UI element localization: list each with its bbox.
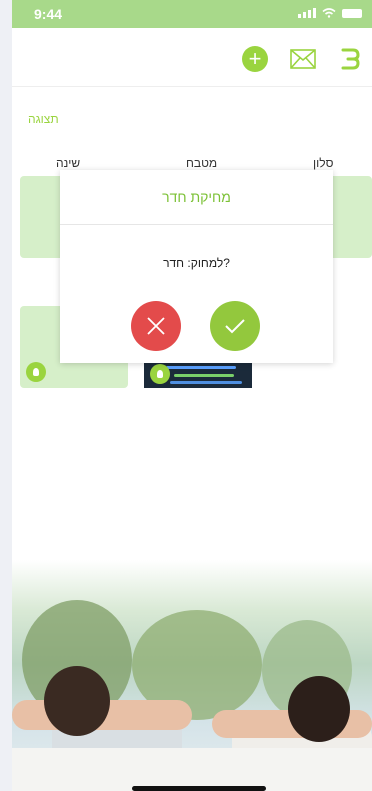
sofa bbox=[12, 748, 372, 791]
menu-icon bbox=[341, 48, 360, 70]
head bbox=[44, 666, 110, 736]
close-icon bbox=[147, 317, 165, 335]
add-button[interactable]: + bbox=[242, 46, 268, 72]
room-tab-living[interactable]: סלון bbox=[313, 156, 333, 170]
battery-icon bbox=[342, 8, 362, 18]
light-streak bbox=[170, 381, 242, 384]
room-thumbnail[interactable] bbox=[144, 362, 252, 388]
light-streak bbox=[166, 366, 236, 369]
check-icon bbox=[225, 319, 245, 334]
home-indicator[interactable] bbox=[132, 786, 266, 791]
dialog-title: מחיקת חדר bbox=[60, 170, 333, 225]
status-icons bbox=[298, 8, 362, 18]
envelope-icon bbox=[290, 49, 316, 69]
room-tab-bedroom[interactable]: שינה bbox=[56, 156, 80, 170]
top-toolbar: + bbox=[12, 28, 372, 87]
section-label: תצוגה bbox=[28, 112, 59, 126]
background-photo bbox=[12, 560, 372, 791]
menu-button[interactable] bbox=[338, 46, 364, 72]
wifi-icon bbox=[322, 8, 336, 18]
status-time: 9:44 bbox=[34, 6, 63, 22]
left-edge-strip bbox=[0, 0, 12, 791]
dialog-message: למחוק: חדר? bbox=[163, 256, 230, 270]
cancel-button[interactable] bbox=[131, 301, 181, 351]
delete-room-dialog: מחיקת חדר למחוק: חדר? bbox=[60, 170, 333, 363]
plus-icon: + bbox=[248, 46, 262, 71]
messages-button[interactable] bbox=[290, 46, 316, 72]
status-bar: 9:44 bbox=[12, 0, 372, 28]
signal-icon bbox=[298, 8, 316, 18]
head bbox=[288, 676, 350, 742]
room-tab-kitchen[interactable]: מטבח bbox=[186, 156, 217, 170]
lightbulb-icon bbox=[150, 364, 170, 384]
lightbulb-icon bbox=[26, 362, 46, 382]
light-streak bbox=[174, 374, 234, 377]
confirm-button[interactable] bbox=[210, 301, 260, 351]
